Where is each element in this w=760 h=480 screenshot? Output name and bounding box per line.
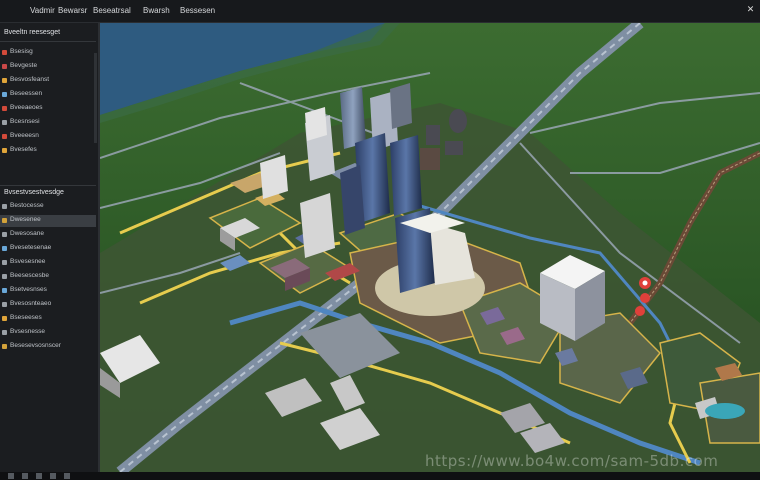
sidebar-layer-item[interactable]: Beseessen	[0, 89, 96, 101]
menu-item-3[interactable]: Beseatrsal	[93, 6, 131, 15]
status-icon[interactable]	[8, 473, 14, 479]
city-map-viewport[interactable]	[100, 23, 760, 472]
sidebar-item-label: Dwesosane	[10, 230, 44, 237]
sidebar-layer-item[interactable]: Beesescesbe	[0, 271, 96, 283]
sidebar-item-label: Beesescesbe	[10, 272, 50, 279]
layer-icon	[2, 232, 7, 237]
sidebar-item-label: Bestocesse	[10, 202, 44, 209]
close-icon[interactable]: ✕	[745, 4, 756, 15]
sidebar-header-top: Bveeltn reesesget	[4, 29, 61, 36]
sidebar-header-mid: Bvsestvsestvesdge	[4, 189, 64, 196]
layer-icon	[2, 92, 7, 97]
layer-icon	[2, 246, 7, 251]
status-icon[interactable]	[50, 473, 56, 479]
tower	[300, 193, 335, 258]
sidebar-item-label: Bvesefes	[10, 146, 37, 153]
layer-icon	[2, 204, 7, 209]
layer-icon	[2, 330, 7, 335]
status-bar	[0, 472, 760, 480]
sidebar-layer-item[interactable]: Bveeeesn	[0, 131, 96, 143]
layer-icon	[2, 302, 7, 307]
layer-icon	[2, 120, 7, 125]
layer-icon	[2, 78, 7, 83]
sidebar-layer-item[interactable]: Dwesenee	[0, 215, 96, 227]
sidebar-layer-item[interactable]: Bvsesnesse	[0, 327, 96, 339]
sidebar-layer-item[interactable]: Bsvesesnee	[0, 257, 96, 269]
layer-sidebar: Bveeltn reesesget Bsesisg Bevgeste Besvosf…	[0, 23, 100, 472]
menu-item-4[interactable]: Bwarsh	[143, 6, 170, 15]
sidebar-item-label: Bseseeses	[10, 314, 42, 321]
sidebar-layer-item[interactable]: Bvesefes	[0, 145, 96, 157]
tower	[340, 87, 366, 149]
sidebar-layer-item[interactable]: Bestocesse	[0, 201, 96, 213]
layer-icon	[2, 316, 7, 321]
status-icon[interactable]	[36, 473, 42, 479]
status-icon[interactable]	[22, 473, 28, 479]
sidebar-item-label: Bcesnsesi	[10, 118, 40, 125]
tower	[390, 83, 412, 129]
layer-icon	[2, 134, 7, 139]
sidebar-divider	[0, 185, 96, 186]
sidebar-item-label: Bsesisg	[10, 48, 33, 55]
menu-bar: Vadmir Bewarsr Beseatrsal Bwarsh Bessese…	[0, 0, 760, 23]
sidebar-item-label: Bsetvesnses	[10, 286, 47, 293]
building	[445, 141, 463, 155]
sidebar-item-label: Bveeaeoes	[10, 104, 43, 111]
watermark: https://www.bo4w.com/sam-5db.com	[425, 452, 719, 470]
sidebar-layer-item[interactable]: Bsetvesnses	[0, 285, 96, 297]
sidebar-item-label: Dwesenee	[10, 216, 41, 223]
sidebar-layer-item[interactable]: Bsesisg	[0, 47, 96, 59]
menu-item-2[interactable]: Bewarsr	[58, 6, 87, 15]
layer-icon	[2, 64, 7, 69]
layer-icon	[2, 288, 7, 293]
sidebar-layer-item[interactable]: Besvosfeanst	[0, 75, 96, 87]
layer-icon	[2, 274, 7, 279]
sidebar-item-label: Bvsesnesse	[10, 328, 46, 335]
status-icon[interactable]	[64, 473, 70, 479]
layer-icon	[2, 260, 7, 265]
sidebar-item-label: Bveeeesn	[10, 132, 39, 139]
sidebar-layer-item[interactable]: Besesevsosnscer	[0, 341, 96, 353]
city-map-3d	[100, 23, 760, 472]
sidebar-layer-item[interactable]: Bveeaeoes	[0, 103, 96, 115]
sidebar-item-label: Besvosfeanst	[10, 76, 50, 83]
sidebar-layer-item[interactable]: Dwesosane	[0, 229, 96, 241]
sidebar-layer-item[interactable]: Bvesetesenae	[0, 243, 96, 255]
layer-icon	[2, 148, 7, 153]
tower	[390, 135, 422, 216]
sidebar-item-label: Besesevsosnscer	[10, 342, 61, 349]
sidebar-item-label: Beseessen	[10, 90, 43, 97]
building	[449, 109, 467, 133]
sidebar-layer-item[interactable]: Bvesosnteaeo	[0, 299, 96, 311]
building	[420, 148, 440, 170]
tower	[305, 107, 327, 141]
sidebar-item-label: Bvesetesenae	[10, 244, 52, 251]
sidebar-divider	[0, 41, 96, 42]
sidebar-item-label: Bsvesesnee	[10, 258, 46, 265]
menu-item-5[interactable]: Bessesen	[180, 6, 215, 15]
pond	[705, 403, 745, 419]
sidebar-layer-item[interactable]: Bcesnsesi	[0, 117, 96, 129]
sidebar-item-label: Bvesosnteaeo	[10, 300, 52, 307]
layer-icon	[2, 50, 7, 55]
menu-item-1[interactable]: Vadmir	[30, 6, 55, 15]
sidebar-scrollbar[interactable]	[94, 53, 97, 143]
building	[426, 125, 440, 145]
layer-icon	[2, 344, 7, 349]
sidebar-item-label: Bevgeste	[10, 62, 38, 69]
sidebar-layer-item[interactable]: Bevgeste	[0, 61, 96, 73]
sidebar-layer-item[interactable]: Bseseeses	[0, 313, 96, 325]
layer-icon	[2, 106, 7, 111]
layer-icon	[2, 218, 7, 223]
